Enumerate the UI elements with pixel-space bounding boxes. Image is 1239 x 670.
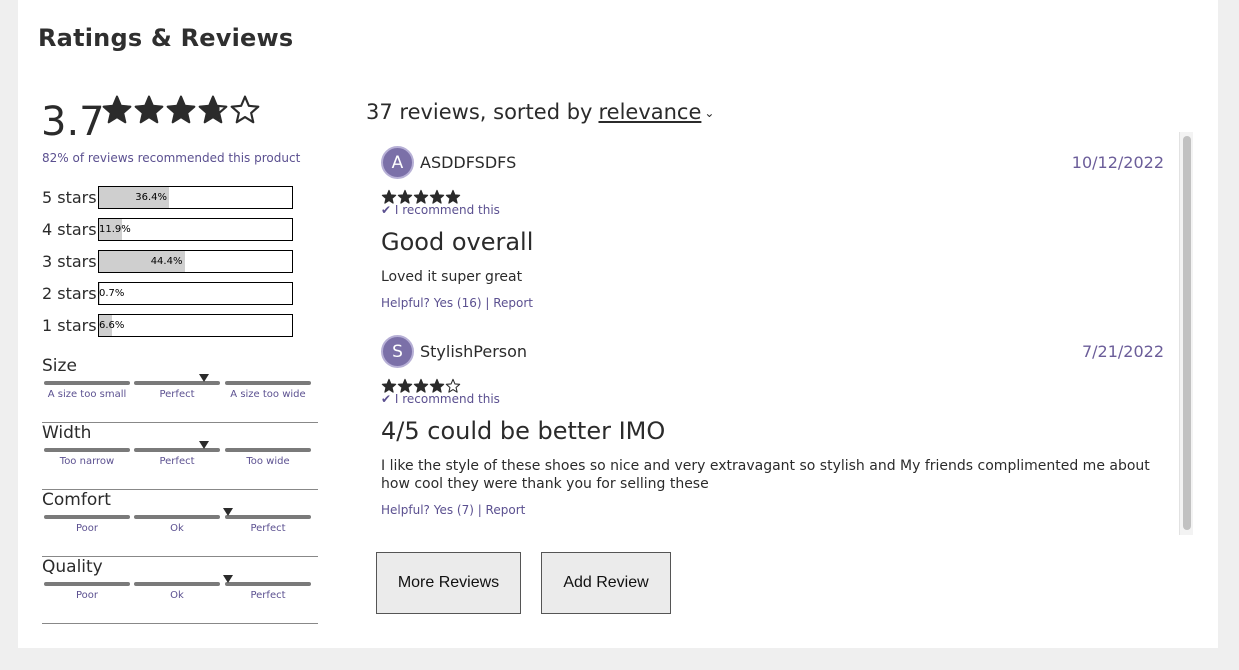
- scale-segment: [44, 515, 130, 519]
- breakdown-bar: 11.9%: [98, 217, 293, 241]
- breakdown-percent: 44.4%: [150, 255, 183, 267]
- scale-label: Ok: [170, 523, 184, 534]
- review-title: Good overall: [381, 228, 534, 256]
- characteristic-comfort: Comfort Poor Ok Perfect: [42, 490, 318, 557]
- review-tile: A ASDDFSDFS 10/12/2022 ✔ I recommend thi…: [381, 146, 1166, 316]
- review-list-scrollbar[interactable]: [1179, 132, 1193, 535]
- star-icon: [101, 94, 133, 126]
- characteristic-quality: Quality Poor Ok Perfect: [42, 557, 318, 624]
- review-body: I like the style of these shoes so nice …: [381, 458, 1150, 492]
- breakdown-row-3[interactable]: 3 stars 44.4%: [42, 249, 293, 273]
- scale-segment: [44, 381, 130, 385]
- characteristic-marker-icon: [199, 374, 210, 382]
- characteristic-title: Size: [42, 356, 77, 376]
- more-reviews-button[interactable]: More Reviews: [376, 552, 521, 614]
- characteristic-width: Width Too narrow Perfect Too wide: [42, 423, 318, 490]
- breakdown-label: 4 stars: [42, 219, 97, 239]
- reviews-count-text: 37 reviews, sorted by: [366, 100, 593, 124]
- breakdown-percent: 0.7%: [99, 287, 125, 299]
- scale-label: A size too small: [47, 389, 127, 400]
- avatar: S: [381, 335, 414, 368]
- scale-label: Ok: [170, 590, 184, 601]
- review-date: 7/21/2022: [1081, 342, 1164, 361]
- scale-segment: [225, 582, 311, 586]
- characteristic-marker-icon: [223, 575, 234, 583]
- scale-segment: [225, 381, 311, 385]
- breakdown-percent: 11.9%: [99, 223, 131, 235]
- characteristic-size: Size A size too small Perfect A size too…: [42, 356, 318, 423]
- breakdown-row-4[interactable]: 4 stars 11.9%: [42, 217, 293, 241]
- breakdown-label: 3 stars: [42, 251, 97, 271]
- breakdown-label: 1 stars: [42, 315, 97, 335]
- scale-label: Perfect: [159, 389, 195, 400]
- scale-label: Too narrow: [59, 456, 115, 467]
- helpful-report-links[interactable]: Helpful? Yes (7) | Report: [381, 503, 525, 517]
- breakdown-percent: 36.4%: [135, 191, 168, 203]
- reviews-count-header: 37 reviews, sorted by relevance ⌄: [366, 100, 714, 124]
- reviewer-name: ASDDFSDFS: [420, 153, 517, 172]
- scale-segment: [44, 448, 130, 452]
- review-body: Loved it super great: [381, 269, 523, 285]
- breakdown-bar: 0.7%: [98, 281, 293, 305]
- average-stars: [101, 94, 261, 126]
- scale-segment: [134, 515, 220, 519]
- avatar: A: [381, 146, 414, 179]
- breakdown-label: 2 stars: [42, 283, 97, 303]
- scale-label: Poor: [75, 523, 99, 534]
- reviewer-name: StylishPerson: [420, 342, 528, 361]
- scale-segment: [225, 515, 311, 519]
- breakdown-label: 5 stars: [42, 187, 97, 207]
- characteristic-title: Quality: [42, 557, 103, 577]
- helpful-report-links[interactable]: Helpful? Yes (16) | Report: [381, 296, 533, 310]
- review-title: 4/5 could be better IMO: [381, 417, 666, 445]
- breakdown-bar: 36.4%: [98, 185, 293, 209]
- characteristic-marker-icon: [199, 441, 210, 449]
- breakdown-row-2[interactable]: 2 stars 0.7%: [42, 281, 293, 305]
- scale-label: Perfect: [250, 523, 286, 534]
- star-icon: [133, 94, 165, 126]
- scale-label: Poor: [75, 590, 99, 601]
- characteristic-title: Comfort: [42, 490, 111, 510]
- chevron-down-icon[interactable]: ⌄: [704, 106, 714, 120]
- scale-segment: [225, 448, 311, 452]
- star-icon: [197, 94, 229, 126]
- scale-label: Too wide: [246, 456, 290, 467]
- scale-segment: [44, 582, 130, 586]
- review-tile: S StylishPerson 7/21/2022 ✔ I recommend …: [381, 335, 1166, 525]
- add-review-button[interactable]: Add Review: [541, 552, 671, 614]
- scale-label: Perfect: [250, 590, 286, 601]
- scale-label: Perfect: [159, 456, 195, 467]
- average-rating: 3.7: [41, 99, 105, 145]
- scale-segment: [134, 582, 220, 586]
- breakdown-bar: 6.6%: [98, 313, 293, 337]
- characteristic-marker-icon: [223, 508, 234, 516]
- section-title: Ratings & Reviews: [38, 24, 294, 52]
- breakdown-row-1[interactable]: 1 stars 6.6%: [42, 313, 293, 337]
- scrollbar-thumb[interactable]: [1183, 136, 1191, 530]
- recommend-percentage: 82% of reviews recommended this product: [42, 151, 301, 165]
- scale-label: A size too wide: [230, 389, 306, 400]
- breakdown-percent: 6.6%: [99, 319, 125, 331]
- characteristic-title: Width: [42, 423, 92, 443]
- recommend-label: ✔ I recommend this: [381, 203, 500, 217]
- recommend-label: ✔ I recommend this: [381, 392, 500, 406]
- star-icon: [229, 94, 261, 126]
- review-date: 10/12/2022: [1071, 153, 1164, 172]
- breakdown-bar: 44.4%: [98, 249, 293, 273]
- star-icon: [165, 94, 197, 126]
- sort-dropdown[interactable]: relevance: [598, 100, 701, 124]
- review-list[interactable]: A ASDDFSDFS 10/12/2022 ✔ I recommend thi…: [366, 132, 1194, 535]
- breakdown-row-5[interactable]: 5 stars 36.4%: [42, 185, 293, 209]
